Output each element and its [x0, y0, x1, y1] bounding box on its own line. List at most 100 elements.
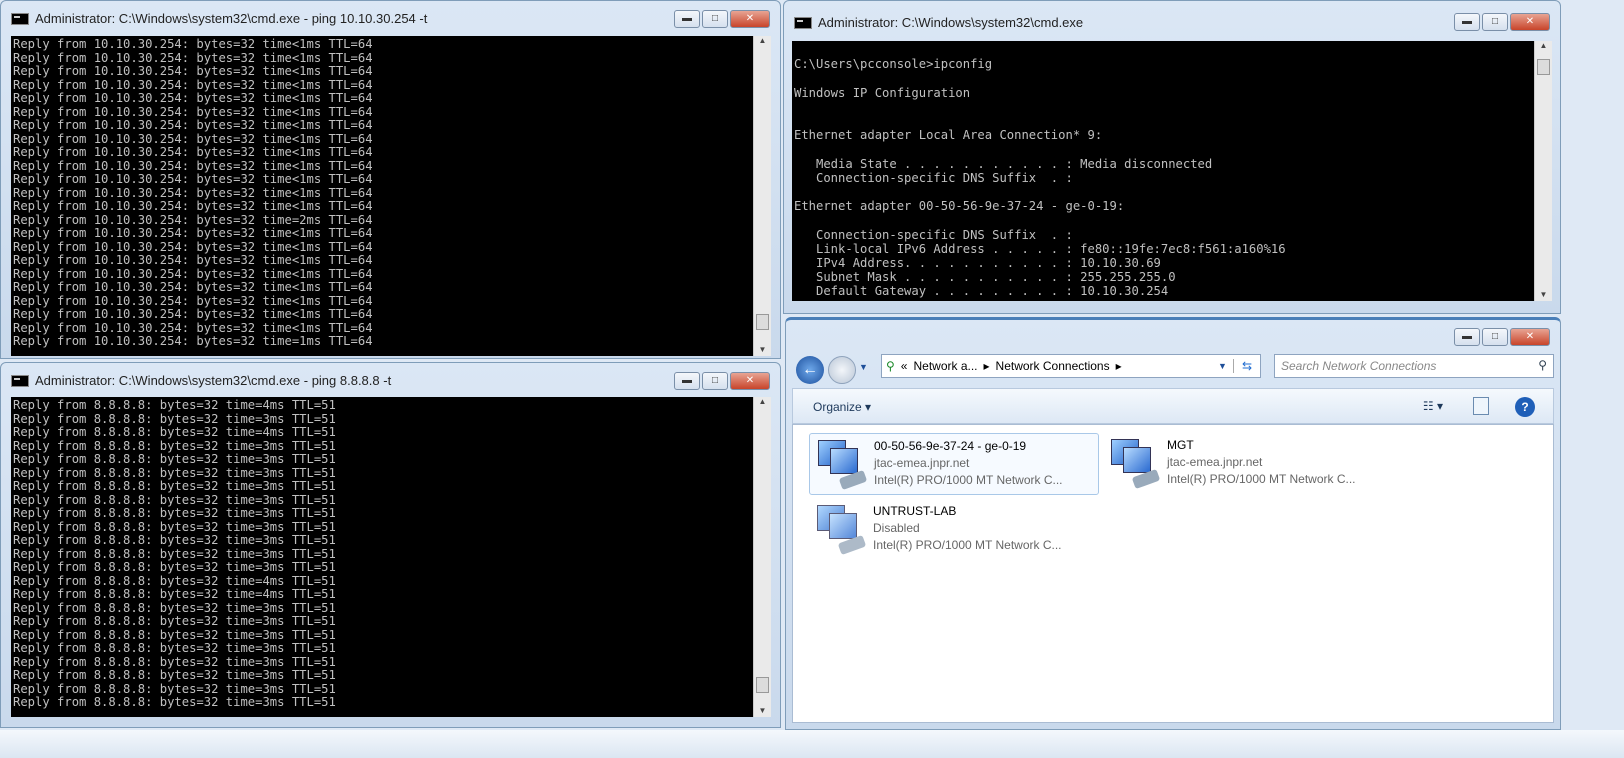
console-line: Reply from 10.10.30.254: bytes=32 time<1…: [13, 320, 373, 335]
network-adapter-icon: [1107, 437, 1161, 490]
cmd-icon: [794, 16, 812, 29]
back-button[interactable]: ←: [796, 356, 824, 384]
console-line: Reply from 8.8.8.8: bytes=32 time=4ms TT…: [13, 573, 336, 588]
console-line: Reply from 8.8.8.8: bytes=32 time=3ms TT…: [13, 560, 336, 574]
console-line: Reply from 8.8.8.8: bytes=32 time=4ms TT…: [13, 398, 336, 412]
console-line: Reply from 8.8.8.8: bytes=32 time=3ms TT…: [13, 600, 336, 615]
close-button[interactable]: ✕: [1510, 13, 1550, 31]
console-line: Reply from 8.8.8.8: bytes=32 time=3ms TT…: [13, 411, 336, 426]
maximize-button[interactable]: □: [702, 372, 728, 390]
console-line: Media State . . . . . . . . . . . : Medi…: [794, 156, 1213, 171]
console-line: Reply from 8.8.8.8: bytes=32 time=3ms TT…: [13, 479, 336, 493]
close-button[interactable]: ✕: [1510, 328, 1550, 346]
network-folder-icon: ⚲: [886, 359, 895, 373]
maximize-button[interactable]: □: [702, 10, 728, 28]
scrollbar[interactable]: ▲ ▼: [753, 397, 771, 717]
recent-pages-chevron-icon[interactable]: ▼: [859, 362, 868, 372]
console-line: Reply from 10.10.30.254: bytes=32 time<1…: [13, 64, 373, 78]
console-line: Reply from 10.10.30.254: bytes=32 time<1…: [13, 239, 373, 254]
breadcrumb-separator-icon[interactable]: ▸: [1116, 359, 1122, 373]
console-output[interactable]: Reply from 8.8.8.8: bytes=32 time=4ms TT…: [11, 397, 753, 717]
connection-item[interactable]: 00-50-56-9e-37-24 - ge-0-19 jtac-emea.jnp…: [809, 433, 1099, 495]
console-line: Subnet Mask . . . . . . . . . . . : 255.…: [794, 270, 1176, 285]
explorer-network-connections: ▬ □ ✕ ← ▼ ⚲ « Network a... ▸ Network Connect…: [785, 317, 1561, 730]
console-line: Connection-specific DNS Suffix . :: [794, 170, 1073, 185]
minimize-button[interactable]: ▬: [1454, 13, 1480, 31]
minimize-button[interactable]: ▬: [674, 372, 700, 390]
console-line: Reply from 10.10.30.254: bytes=32 time<1…: [13, 226, 373, 240]
preview-pane-button[interactable]: [1473, 397, 1489, 415]
console-line: Reply from 10.10.30.254: bytes=32 time<1…: [13, 158, 373, 173]
breadcrumb-item[interactable]: Network Connections: [996, 359, 1110, 373]
taskbar-strip: [0, 730, 1624, 758]
organize-button[interactable]: Organize ▾: [813, 400, 871, 414]
minimize-button[interactable]: ▬: [674, 10, 700, 28]
console-line: Reply from 10.10.30.254: bytes=32 time<1…: [13, 253, 373, 267]
console-line: Reply from 8.8.8.8: bytes=32 time=3ms TT…: [13, 668, 336, 682]
connection-item[interactable]: UNTRUST-LAB Disabled Intel(R) PRO/1000 MT …: [809, 499, 1099, 559]
console-line: Reply from 8.8.8.8: bytes=32 time=3ms TT…: [13, 681, 336, 696]
cmd-window-ipconfig: Administrator: C:\Windows\system32\cmd.e…: [783, 0, 1561, 314]
connection-item[interactable]: MGT jtac-emea.jnpr.net Intel(R) PRO/1000 M…: [1103, 433, 1393, 493]
refresh-icon[interactable]: ⇆: [1232, 359, 1260, 373]
console-line: Reply from 8.8.8.8: bytes=32 time=3ms TT…: [13, 519, 336, 534]
console-line: Reply from 10.10.30.254: bytes=32 time<1…: [13, 145, 373, 159]
console-line: Connection-specific DNS Suffix . :: [794, 227, 1073, 242]
console-line: Reply from 8.8.8.8: bytes=32 time=3ms TT…: [13, 695, 336, 709]
console-line: Reply from 10.10.30.254: bytes=32 time<1…: [13, 91, 373, 105]
console-output[interactable]: C:\Users\pcconsole>ipconfig Windows IP C…: [792, 41, 1534, 301]
breadcrumb-item[interactable]: Network a...: [913, 359, 977, 373]
close-button[interactable]: ✕: [730, 372, 770, 390]
console-line: Reply from 8.8.8.8: bytes=32 time=3ms TT…: [13, 438, 336, 453]
console-line: Reply from 8.8.8.8: bytes=32 time=3ms TT…: [13, 465, 336, 480]
console-line: Reply from 10.10.30.254: bytes=32 time=2…: [13, 212, 373, 227]
console-output[interactable]: Reply from 10.10.30.254: bytes=32 time<1…: [11, 36, 753, 356]
cmd-window-ping-gateway: Administrator: C:\Windows\system32\cmd.e…: [0, 0, 781, 359]
console-line: C:\Users\pcconsole>ipconfig: [794, 57, 993, 72]
window-title: Administrator: C:\Windows\system32\cmd.e…: [11, 373, 391, 388]
console-line: Reply from 10.10.30.254: bytes=32 time<1…: [13, 118, 373, 132]
console-line: Link-local IPv6 Address . . . . . : fe80…: [794, 241, 1286, 256]
console-line: Reply from 8.8.8.8: bytes=32 time=3ms TT…: [13, 492, 336, 507]
console-line: Reply from 10.10.30.254: bytes=32 time=1…: [13, 334, 373, 348]
network-adapter-icon: [813, 503, 867, 556]
console-line: Reply from 8.8.8.8: bytes=32 time=3ms TT…: [13, 533, 336, 547]
console-line: Reply from 8.8.8.8: bytes=32 time=3ms TT…: [13, 546, 336, 561]
forward-button[interactable]: [828, 356, 856, 384]
console-line: Reply from 8.8.8.8: bytes=32 time=3ms TT…: [13, 654, 336, 669]
console-line: Reply from 10.10.30.254: bytes=32 time<1…: [13, 185, 373, 200]
help-icon[interactable]: ?: [1515, 397, 1535, 417]
scrollbar[interactable]: ▲ ▼: [1534, 41, 1552, 301]
console-line: Reply from 10.10.30.254: bytes=32 time<1…: [13, 77, 373, 92]
address-bar[interactable]: ⚲ « Network a... ▸ Network Connections ▸ ▼ …: [881, 354, 1261, 378]
console-line: IPv4 Address. . . . . . . . . . . : 10.1…: [794, 256, 1161, 271]
scrollbar[interactable]: ▲ ▼: [753, 36, 771, 356]
search-icon[interactable]: ⚲: [1538, 358, 1547, 372]
console-line: Reply from 8.8.8.8: bytes=32 time=3ms TT…: [13, 452, 336, 466]
network-adapter-icon: [814, 438, 868, 491]
window-title: Administrator: C:\Windows\system32\cmd.e…: [794, 15, 1083, 30]
console-line: Windows IP Configuration: [794, 85, 971, 100]
console-line: Reply from 10.10.30.254: bytes=32 time<1…: [13, 307, 373, 321]
maximize-button[interactable]: □: [1482, 13, 1508, 31]
console-line: Ethernet adapter 00-50-56-9e-37-24 - ge-…: [794, 199, 1125, 214]
console-line: Reply from 10.10.30.254: bytes=32 time<1…: [13, 131, 373, 146]
close-button[interactable]: ✕: [730, 10, 770, 28]
minimize-button[interactable]: ▬: [1454, 328, 1480, 346]
change-view-button[interactable]: ☷ ▾: [1423, 399, 1443, 413]
console-line: Reply from 10.10.30.254: bytes=32 time<1…: [13, 280, 373, 294]
console-line: Reply from 10.10.30.254: bytes=32 time<1…: [13, 266, 373, 281]
breadcrumb-separator-icon[interactable]: ▸: [984, 359, 990, 373]
console-line: Reply from 10.10.30.254: bytes=32 time<1…: [13, 172, 373, 186]
search-input[interactable]: Search Network Connections ⚲: [1274, 354, 1554, 378]
window-title: Administrator: C:\Windows\system32\cmd.e…: [11, 11, 427, 26]
address-dropdown-icon[interactable]: ▼: [1218, 361, 1227, 371]
maximize-button[interactable]: □: [1482, 328, 1508, 346]
console-line: Reply from 8.8.8.8: bytes=32 time=4ms TT…: [13, 587, 336, 601]
cmd-window-ping-dns: Administrator: C:\Windows\system32\cmd.e…: [0, 362, 781, 728]
